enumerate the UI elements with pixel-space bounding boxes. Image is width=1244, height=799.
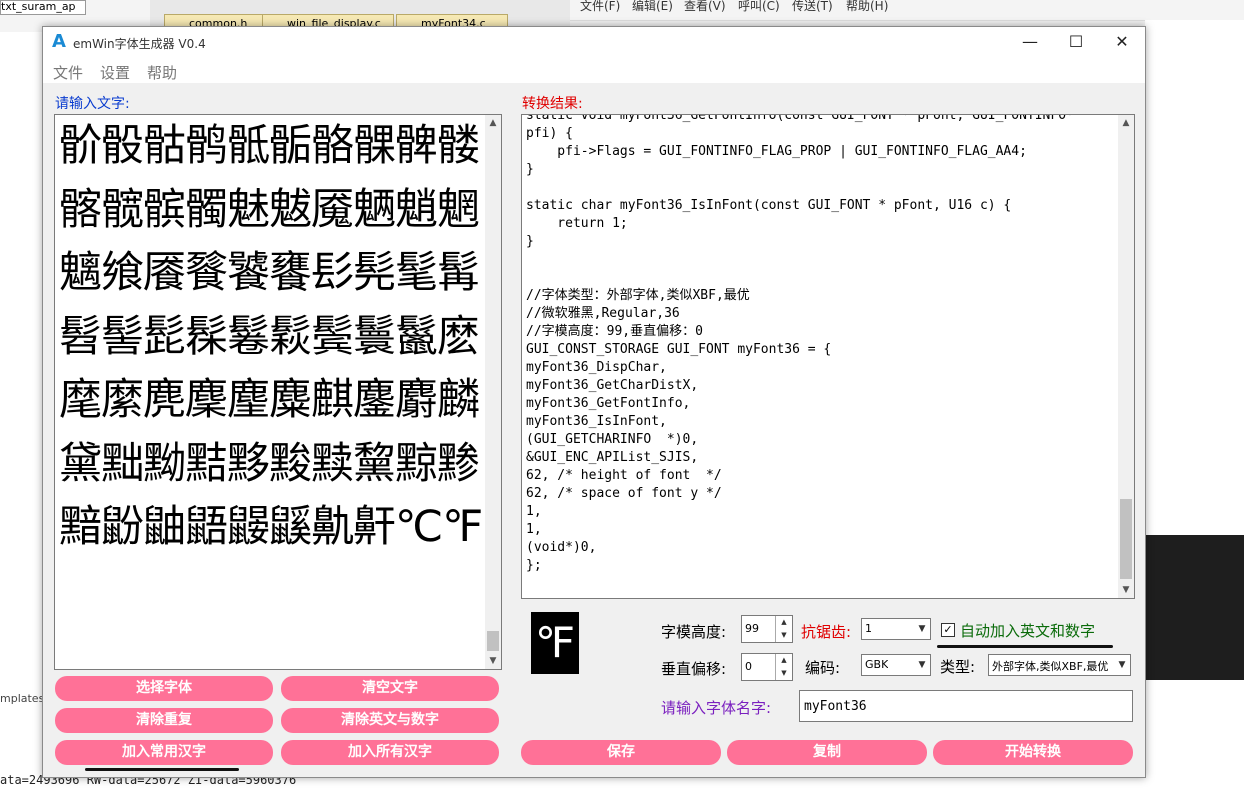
background-menu-item[interactable]: 文件(F) bbox=[580, 0, 620, 12]
scroll-up-icon[interactable]: ▲ bbox=[1118, 115, 1134, 131]
window-title: emWin字体生成器 V0.4 bbox=[73, 37, 206, 51]
antialias-label: 抗锯齿: bbox=[801, 623, 852, 641]
app-logo-icon: A bbox=[52, 31, 66, 52]
vertical-offset-stepper[interactable]: 0 ▲ ▼ bbox=[741, 653, 793, 681]
select-font-button[interactable]: 选择字体 bbox=[55, 676, 273, 701]
add-all-hanzi-button[interactable]: 加入所有汉字 bbox=[281, 740, 499, 765]
font-generator-window: A emWin字体生成器 V0.4 — ☐ ✕ 文件 设置 帮助 请输入文字: … bbox=[42, 26, 1146, 778]
input-text-content: 骱骰骷鹘骶骺骼髁髀髅髂髋髌髑魅魃魇魉魈魍魑飨餍餮饕饔髟髡髦髯髫髻髭髹鬈鬏鬓鬟鬣麽… bbox=[59, 121, 483, 552]
stepper-up-icon[interactable]: ▲ bbox=[775, 616, 792, 629]
background-combo: txt_suram_ap bbox=[0, 0, 86, 15]
scroll-thumb[interactable] bbox=[1120, 499, 1132, 579]
glyph-height-stepper[interactable]: 99 ▲ ▼ bbox=[741, 615, 793, 643]
type-select[interactable]: 外部字体,类似XBF,最优 ▼ bbox=[988, 654, 1131, 676]
remove-duplicates-button[interactable]: 清除重复 bbox=[55, 708, 273, 733]
scroll-up-icon[interactable]: ▲ bbox=[485, 115, 501, 131]
start-convert-button[interactable]: 开始转换 bbox=[933, 740, 1133, 765]
output-textarea[interactable]: static void myFont36_GetFontInfo(const G… bbox=[521, 114, 1135, 599]
type-value: 外部字体,类似XBF,最优 bbox=[992, 660, 1109, 673]
glyph-preview: ℉ bbox=[531, 612, 579, 674]
scroll-down-icon[interactable]: ▼ bbox=[1118, 582, 1134, 598]
antialias-value: 1 bbox=[865, 622, 872, 635]
menu-file[interactable]: 文件 bbox=[53, 62, 83, 83]
input-text-label: 请输入文字: bbox=[55, 96, 130, 112]
close-icon[interactable]: ✕ bbox=[1099, 27, 1145, 57]
menu-bar: 文件 设置 帮助 bbox=[43, 57, 1145, 83]
output-code: static void myFont36_GetFontInfo(const G… bbox=[526, 114, 1074, 573]
annotation-underline bbox=[937, 645, 1113, 648]
clear-text-button[interactable]: 清空文字 bbox=[281, 676, 499, 701]
vertical-offset-label: 垂直偏移: bbox=[661, 660, 727, 678]
title-bar[interactable]: A emWin字体生成器 V0.4 — ☐ ✕ bbox=[43, 27, 1145, 57]
vertical-offset-value: 0 bbox=[745, 660, 752, 673]
add-common-hanzi-button[interactable]: 加入常用汉字 bbox=[55, 740, 273, 765]
maximize-icon[interactable]: ☐ bbox=[1053, 27, 1099, 57]
glyph-height-value: 99 bbox=[745, 622, 759, 635]
annotation-underline bbox=[85, 768, 239, 771]
glyph-height-label: 字模高度: bbox=[661, 623, 727, 641]
remove-latin-digits-button[interactable]: 清除英文与数字 bbox=[281, 708, 499, 733]
copy-button[interactable]: 复制 bbox=[727, 740, 927, 765]
type-label: 类型: bbox=[940, 658, 976, 676]
scroll-down-icon[interactable]: ▼ bbox=[485, 653, 501, 669]
background-terminal-area bbox=[1145, 535, 1244, 680]
minimize-icon[interactable]: — bbox=[1007, 27, 1053, 57]
output-label: 转换结果: bbox=[522, 96, 583, 112]
background-templates-label: mplates bbox=[0, 692, 45, 705]
chevron-down-icon[interactable]: ▼ bbox=[914, 619, 930, 639]
input-scrollbar[interactable]: ▲ ▼ bbox=[485, 115, 501, 669]
stepper-up-icon[interactable]: ▲ bbox=[775, 654, 792, 667]
background-menu-item[interactable]: 传送(T) bbox=[792, 0, 833, 12]
background-terminal-menubar: 文件(F) 编辑(E) 查看(V) 呼叫(C) 传送(T) 帮助(H) bbox=[570, 0, 1244, 21]
background-menu-item[interactable]: 帮助(H) bbox=[846, 0, 888, 12]
background-menu-item[interactable]: 呼叫(C) bbox=[738, 0, 780, 12]
save-button[interactable]: 保存 bbox=[521, 740, 721, 765]
stepper-down-icon[interactable]: ▼ bbox=[775, 629, 792, 642]
background-menu-item[interactable]: 查看(V) bbox=[684, 0, 726, 12]
output-scrollbar[interactable]: ▲ ▼ bbox=[1118, 115, 1134, 598]
auto-add-checkbox[interactable]: ✓ bbox=[941, 623, 955, 637]
scroll-thumb[interactable] bbox=[487, 631, 499, 651]
auto-add-label[interactable]: 自动加入英文和数字 bbox=[960, 620, 1095, 641]
encoding-value: GBK bbox=[865, 658, 889, 671]
background-right-panel bbox=[1145, 20, 1244, 799]
background-menu-item[interactable]: 编辑(E) bbox=[632, 0, 673, 12]
stepper-down-icon[interactable]: ▼ bbox=[775, 667, 792, 680]
encoding-label: 编码: bbox=[805, 659, 841, 677]
menu-help[interactable]: 帮助 bbox=[147, 62, 177, 83]
font-name-value: myFont36 bbox=[804, 699, 867, 714]
menu-settings[interactable]: 设置 bbox=[100, 62, 130, 83]
antialias-select[interactable]: 1 ▼ bbox=[861, 618, 931, 640]
chevron-down-icon[interactable]: ▼ bbox=[1114, 655, 1130, 675]
encoding-select[interactable]: GBK ▼ bbox=[861, 654, 931, 676]
chevron-down-icon[interactable]: ▼ bbox=[914, 655, 930, 675]
input-textarea[interactable]: 骱骰骷鹘骶骺骼髁髀髅髂髋髌髑魅魃魇魉魈魍魑飨餍餮饕饔髟髡髦髯髫髻髭髹鬈鬏鬓鬟鬣麽… bbox=[54, 114, 502, 670]
font-name-label: 请输入字体名字: bbox=[661, 699, 772, 717]
background-left-panel bbox=[0, 32, 48, 799]
font-name-input[interactable]: myFont36 bbox=[799, 690, 1133, 722]
